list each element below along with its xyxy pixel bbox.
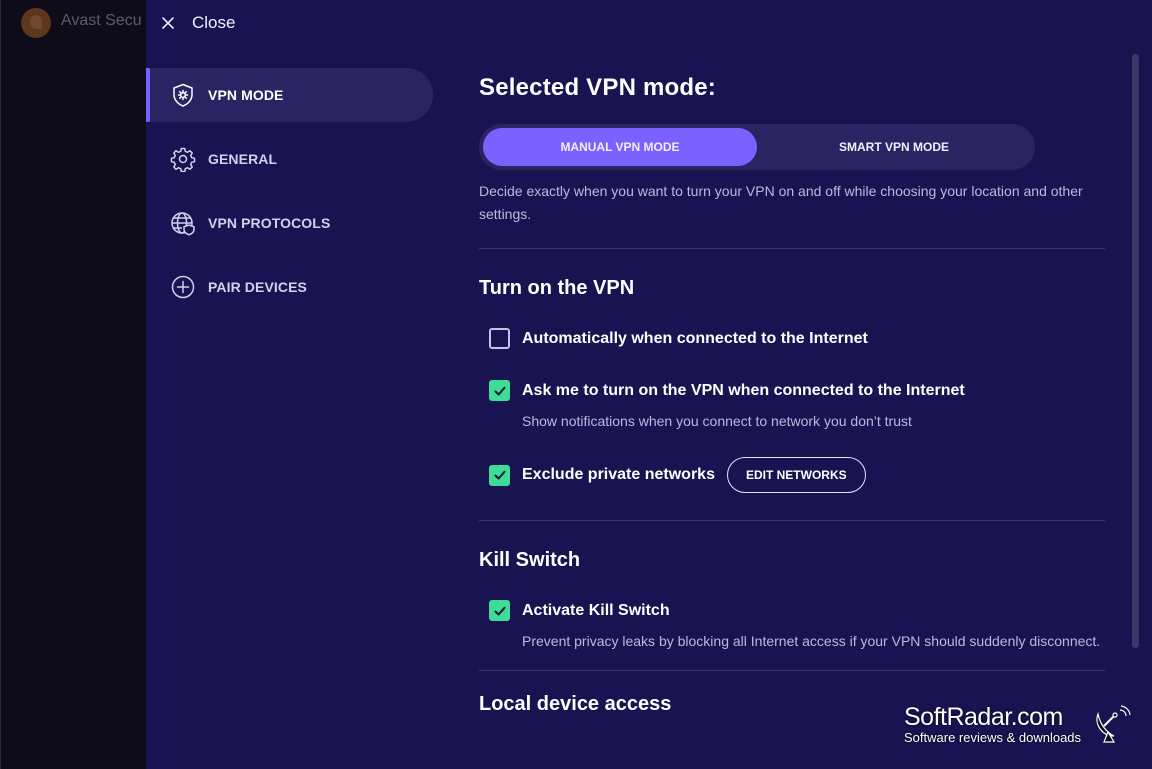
- option-ask-me: Ask me to turn on the VPN when connected…: [479, 380, 1107, 432]
- sidebar-item-general[interactable]: GENERAL: [146, 132, 433, 186]
- globe-shield-icon: [171, 212, 195, 236]
- option-label: Exclude private networks: [522, 466, 715, 483]
- section-divider: [479, 248, 1105, 249]
- background-app-title: Avast Secu: [61, 12, 142, 29]
- kill-switch-checkbox[interactable]: [489, 600, 510, 621]
- sidebar-item-label: VPN PROTOCOLS: [208, 215, 331, 231]
- gear-icon: [170, 147, 196, 172]
- scrollbar-thumb[interactable]: [1132, 54, 1139, 648]
- sidebar-item-label: GENERAL: [208, 151, 278, 167]
- section-title-kill-switch: Kill Switch: [479, 549, 581, 571]
- checkmark-icon: [494, 386, 505, 395]
- exclude-private-checkbox[interactable]: [489, 464, 510, 486]
- plus-circle-icon: [171, 275, 195, 299]
- manual-vpn-mode-tab[interactable]: MANUAL VPN MODE: [483, 128, 757, 166]
- option-label: Activate Kill Switch: [522, 601, 670, 619]
- sidebar-item-label: PAIR DEVICES: [208, 279, 307, 295]
- option-kill-switch: Activate Kill Switch Prevent privacy lea…: [479, 600, 1107, 652]
- vpn-mode-toggle: MANUAL VPN MODE SMART VPN MODE: [479, 124, 1035, 170]
- edit-networks-button[interactable]: EDIT NETWORKS: [726, 457, 866, 493]
- softradar-watermark: SoftRadar.com Software reviews & downloa…: [904, 704, 1134, 754]
- avast-logo-icon: [21, 8, 51, 38]
- sidebar-item-pair-devices[interactable]: PAIR DEVICES: [146, 260, 433, 314]
- section-divider: [479, 520, 1105, 521]
- background-app-window: Avast Secu: [0, 0, 146, 769]
- shield-gear-icon: [173, 83, 193, 107]
- mode-description: Decide exactly when you want to turn you…: [479, 183, 1083, 222]
- page-title: Selected VPN mode:: [479, 74, 717, 101]
- option-description: Prevent privacy leaks by blocking all In…: [522, 633, 1101, 649]
- sidebar-item-vpn-protocols[interactable]: VPN PROTOCOLS: [146, 196, 433, 250]
- option-label: Ask me to turn on the VPN when connected…: [522, 381, 965, 399]
- close-button[interactable]: Close: [160, 9, 235, 37]
- satellite-dish-icon: [1096, 705, 1131, 743]
- settings-sidebar: VPN MODE GENERAL VPN PROTOCOLS PAIR DEVI…: [146, 68, 433, 324]
- ask-me-checkbox[interactable]: [489, 380, 510, 401]
- option-label: Automatically when connected to the Inte…: [522, 329, 868, 347]
- sidebar-item-vpn-mode[interactable]: VPN MODE: [146, 68, 433, 122]
- settings-content: Selected VPN mode: MANUAL VPN MODE SMART…: [479, 74, 1107, 744]
- auto-connect-checkbox[interactable]: [489, 328, 510, 349]
- sidebar-item-label: VPN MODE: [208, 87, 284, 103]
- checkmark-icon: [494, 470, 505, 480]
- section-divider: [479, 670, 1105, 671]
- option-auto-connect: Automatically when connected to the Inte…: [489, 328, 1107, 349]
- checkmark-icon: [494, 606, 505, 615]
- section-title-turn-on-vpn: Turn on the VPN: [479, 277, 635, 299]
- option-exclude-private: Exclude private networks EDIT NETWORKS: [489, 457, 1107, 493]
- close-label: Close: [192, 13, 236, 32]
- vpn-settings-panel: Close VPN MODE GENERAL VPN PROTOCOLS PAI…: [146, 0, 1152, 769]
- smart-vpn-mode-tab[interactable]: SMART VPN MODE: [757, 128, 1031, 166]
- close-icon: [162, 17, 174, 29]
- option-description: Show notifications when you connect to n…: [522, 413, 912, 429]
